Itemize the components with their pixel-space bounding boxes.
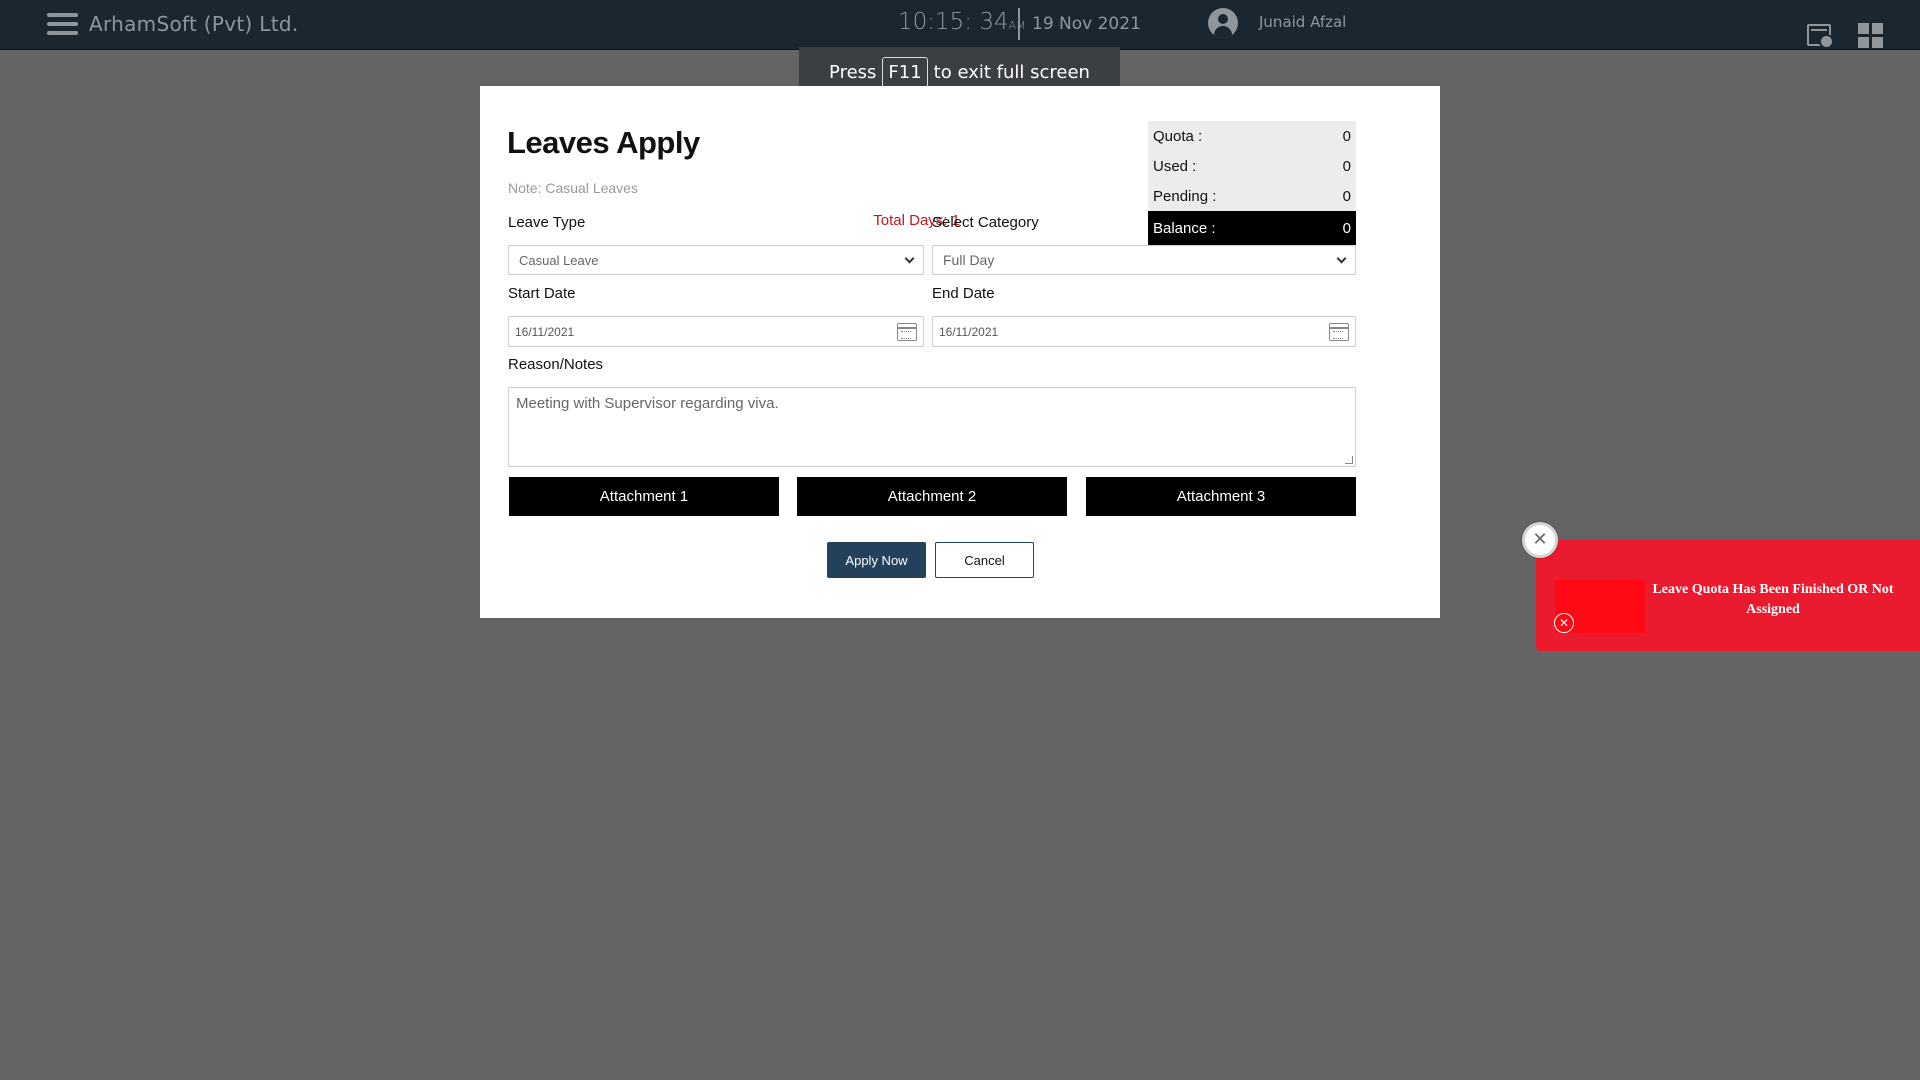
balance-label: Balance : xyxy=(1153,219,1216,237)
attachment-2-button[interactable]: Attachment 2 xyxy=(797,477,1067,516)
clock: 10:15: 34AM xyxy=(898,9,1026,35)
menu-icon[interactable] xyxy=(47,13,78,37)
leave-type-select[interactable]: Casual Leave xyxy=(508,245,924,275)
calendar-icon[interactable] xyxy=(897,322,917,341)
leave-apply-modal: Leaves Apply Note: Casual Leaves Quota :… xyxy=(480,86,1440,618)
quota-label: Quota : xyxy=(1153,127,1203,145)
toast-dismiss-symbol: ✕ xyxy=(1558,616,1570,630)
quota-panel: Quota : 0 Used : 0 Pending : 0 Balance :… xyxy=(1148,121,1356,245)
grid-icon[interactable] xyxy=(1858,23,1884,49)
clock-time: 10:15: 34 xyxy=(898,9,1009,35)
calendar-check-icon[interactable] xyxy=(1807,24,1834,49)
close-icon: ✕ xyxy=(1532,529,1548,550)
apply-now-button[interactable]: Apply Now xyxy=(827,542,926,578)
top-bar: ArhamSoft (Pvt) Ltd. 10:15: 34AM 19 Nov … xyxy=(0,0,1920,50)
reason-value: Meeting with Supervisor regarding viva. xyxy=(516,395,779,412)
user-name[interactable]: Junaid Afzal xyxy=(1259,13,1346,31)
calendar-icon[interactable] xyxy=(1329,322,1349,341)
leave-type-value: Casual Leave xyxy=(519,252,599,268)
leave-note: Note: Casual Leaves xyxy=(508,180,638,196)
error-toast: ✕ Leave Quota Has Been Finished OR Not A… xyxy=(1536,540,1920,651)
reason-label: Reason/Notes xyxy=(508,356,604,373)
balance-value: 0 xyxy=(1342,219,1351,237)
toast-message: Leave Quota Has Been Finished OR Not Ass… xyxy=(1652,582,1894,617)
avatar-icon[interactable] xyxy=(1208,8,1238,38)
chevron-down-icon xyxy=(1336,253,1347,263)
end-date-label: End Date xyxy=(932,285,995,302)
attachment-3-button[interactable]: Attachment 3 xyxy=(1086,477,1356,516)
pending-value: 0 xyxy=(1342,187,1351,205)
category-label: Select Category xyxy=(932,214,1039,231)
error-circle-icon[interactable]: ✕ xyxy=(1554,613,1574,633)
category-select[interactable]: Full Day xyxy=(932,245,1356,275)
used-row: Used : 0 xyxy=(1148,151,1356,181)
attachment-1-button[interactable]: Attachment 1 xyxy=(509,477,779,516)
used-value: 0 xyxy=(1342,157,1351,175)
pending-label: Pending : xyxy=(1153,187,1217,205)
clock-divider xyxy=(1018,8,1020,40)
end-date-value: 16/11/2021 xyxy=(939,324,999,339)
resize-handle-icon[interactable] xyxy=(1345,456,1353,464)
leave-type-label: Leave Type xyxy=(508,214,586,231)
toast-close-button[interactable]: ✕ xyxy=(1522,522,1558,558)
app-title: ArhamSoft (Pvt) Ltd. xyxy=(89,12,299,36)
cancel-button[interactable]: Cancel xyxy=(935,542,1034,578)
quota-value: 0 xyxy=(1342,127,1351,145)
reason-textarea[interactable]: Meeting with Supervisor regarding viva. xyxy=(508,387,1356,467)
fullscreen-banner-suffix: to exit full screen xyxy=(933,62,1090,83)
chevron-down-icon xyxy=(904,253,915,263)
start-date-value: 16/11/2021 xyxy=(515,324,575,339)
used-label: Used : xyxy=(1153,157,1197,175)
balance-row: Balance : 0 xyxy=(1148,211,1356,245)
end-date-input[interactable]: 16/11/2021 xyxy=(932,316,1356,347)
category-value: Full Day xyxy=(943,252,995,268)
start-date-label: Start Date xyxy=(508,285,576,302)
fullscreen-banner-prefix: Press xyxy=(829,62,877,83)
pending-row: Pending : 0 xyxy=(1148,181,1356,211)
start-date-input[interactable]: 16/11/2021 xyxy=(508,316,924,347)
quota-row: Quota : 0 xyxy=(1148,121,1356,151)
fullscreen-key: F11 xyxy=(882,57,928,88)
modal-title: Leaves Apply xyxy=(507,125,700,160)
header-date: 19 Nov 2021 xyxy=(1032,14,1141,34)
